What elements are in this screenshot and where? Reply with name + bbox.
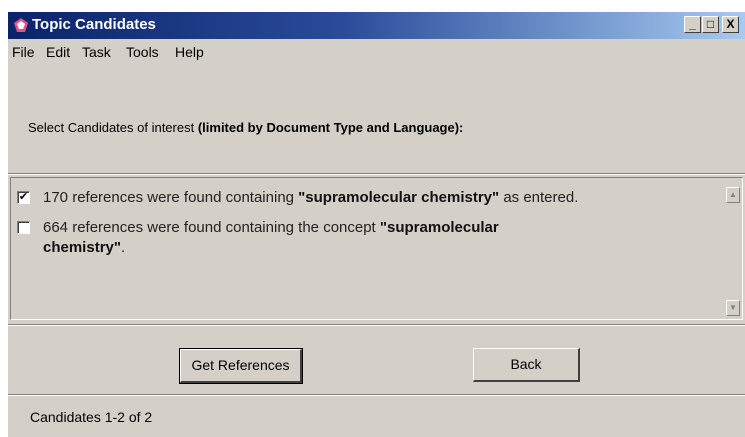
maximize-button[interactable]: □: [702, 16, 719, 33]
status-text: Candidates 1-2 of 2: [30, 409, 153, 425]
divider: [8, 324, 745, 326]
candidate-2-checkbox[interactable]: [17, 221, 30, 234]
menu-file[interactable]: File: [12, 44, 35, 60]
app-icon: [14, 18, 28, 32]
instruction-text: Select Candidates of interest (limited b…: [28, 120, 463, 135]
candidate-1-term: "supramolecular chemistry": [298, 189, 500, 206]
candidate-1-pre: 170 references were found containing: [43, 189, 299, 206]
get-references-button[interactable]: Get References: [179, 348, 303, 384]
title-bar[interactable]: Topic Candidates _ □ X: [8, 12, 745, 39]
topic-candidates-window: Topic Candidates _ □ X File Edit Task To…: [8, 12, 745, 437]
candidate-2-term-line1: "supramolecular: [379, 219, 499, 236]
menu-task[interactable]: Task: [82, 44, 111, 60]
menu-edit[interactable]: Edit: [46, 44, 70, 60]
menu-bar: File Edit Task Tools Help: [8, 41, 745, 63]
instruction-limits: (limited by Document Type and Language):: [197, 120, 464, 135]
window-title: Topic Candidates: [32, 16, 156, 33]
candidates-list: ✔ 170 references were found containing "…: [10, 177, 743, 320]
candidate-2-text-cont: chemistry".: [43, 238, 125, 258]
candidate-1-text: 170 references were found containing "su…: [43, 188, 723, 208]
scroll-down-button[interactable]: ▼: [726, 300, 740, 316]
back-button[interactable]: Back: [473, 348, 580, 382]
candidate-2-text: 664 references were found containing the…: [43, 218, 683, 238]
candidate-2-post: .: [120, 239, 126, 256]
instruction-prefix: Select Candidates of interest: [28, 120, 198, 135]
candidate-2-term-line2: chemistry": [43, 239, 121, 256]
menu-help[interactable]: Help: [175, 44, 204, 60]
close-button[interactable]: X: [722, 16, 739, 33]
scroll-up-button[interactable]: ▲: [726, 187, 740, 203]
candidate-2-pre: 664 references were found containing the…: [43, 219, 380, 236]
candidate-1-checkbox[interactable]: ✔: [17, 191, 30, 204]
divider: [8, 394, 745, 396]
divider: [8, 173, 745, 175]
candidate-1-post: as entered.: [499, 189, 579, 206]
minimize-button[interactable]: _: [684, 16, 701, 33]
menu-tools[interactable]: Tools: [126, 44, 159, 60]
